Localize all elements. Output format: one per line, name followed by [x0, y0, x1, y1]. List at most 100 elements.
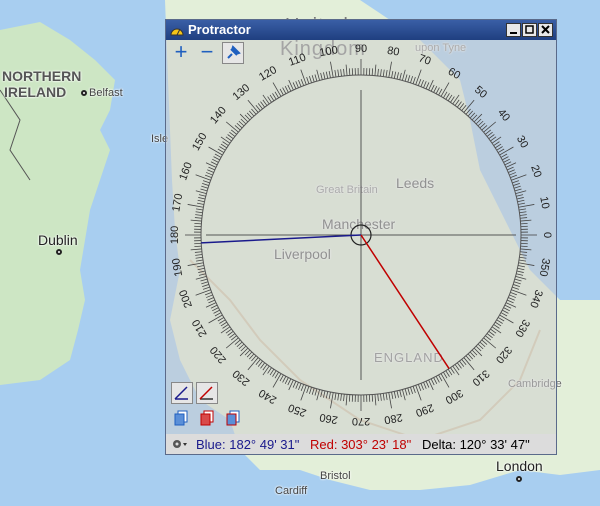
- tick-mark: [269, 94, 275, 102]
- degree-label-140: 140: [208, 104, 229, 126]
- tick-mark: [225, 328, 232, 334]
- tick-mark: [399, 390, 402, 398]
- tick-mark: [195, 214, 203, 216]
- tick-mark: [246, 112, 253, 119]
- copy-delta-icon[interactable]: [226, 410, 240, 426]
- tick-mark: [194, 217, 202, 219]
- blue-arm-tool-button[interactable]: [171, 382, 193, 404]
- tick-mark: [499, 146, 514, 156]
- tick-mark: [520, 248, 532, 251]
- tick-mark: [217, 317, 225, 322]
- protractor-window[interactable]: Protractor + − 0 10 20 30 40 50 60 70 80 90 100 110…: [165, 19, 557, 455]
- map-label-northern-ireland-1: NORTHERN: [2, 68, 82, 84]
- close-button[interactable]: [538, 23, 553, 37]
- degree-label-80: 80: [386, 45, 400, 59]
- tick-mark: [230, 335, 237, 341]
- tick-mark: [391, 70, 394, 79]
- tick-mark: [311, 387, 315, 395]
- tick-mark: [202, 183, 209, 186]
- tick-mark: [440, 82, 450, 97]
- tick-mark: [452, 94, 460, 105]
- tick-mark: [440, 373, 450, 388]
- tick-mark: [465, 355, 471, 362]
- tick-mark: [300, 385, 307, 401]
- tick-mark: [385, 69, 388, 78]
- tick-mark: [210, 304, 218, 309]
- tick-mark: [229, 333, 236, 339]
- tick-mark: [447, 368, 453, 376]
- degree-label-350: 350: [537, 257, 552, 277]
- tick-mark: [238, 343, 245, 350]
- protractor-app-icon: [170, 28, 184, 36]
- tick-mark: [194, 251, 202, 253]
- tick-mark: [202, 284, 209, 287]
- tick-mark: [222, 141, 229, 146]
- tick-mark: [473, 113, 483, 123]
- gear-icon[interactable]: [170, 437, 188, 451]
- tick-mark: [334, 392, 337, 401]
- tick-mark: [272, 370, 277, 377]
- tick-mark: [518, 204, 535, 208]
- tick-mark: [393, 71, 397, 79]
- tick-mark: [433, 377, 438, 384]
- tick-mark: [382, 69, 385, 77]
- tick-mark: [200, 278, 208, 282]
- degree-label-340: 340: [527, 288, 545, 309]
- window-title: Protractor: [188, 22, 251, 37]
- tick-mark: [388, 392, 392, 409]
- degree-label-250: 250: [287, 401, 308, 419]
- tick-mark: [456, 101, 462, 108]
- tick-mark: [507, 166, 514, 171]
- tick-mark: [222, 324, 229, 329]
- tick-mark: [325, 71, 329, 79]
- tick-mark: [513, 183, 520, 186]
- red-arm-tool-button[interactable]: [196, 382, 218, 404]
- tick-mark: [230, 129, 237, 135]
- red-arm[interactable]: [360, 234, 450, 370]
- title-bar[interactable]: Protractor: [166, 20, 556, 40]
- tick-mark: [477, 343, 484, 350]
- protractor-dial[interactable]: 0 10 20 3040 50 60 70 80 90 100 110 120130140 150 160…: [166, 40, 556, 434]
- tick-mark: [485, 129, 492, 135]
- tick-mark: [396, 390, 399, 398]
- tick-mark: [391, 391, 394, 400]
- copy-blue-icon[interactable]: [174, 410, 188, 426]
- tick-mark: [196, 202, 205, 205]
- tick-mark: [479, 341, 486, 348]
- belfast-marker: [81, 90, 87, 96]
- tick-mark: [190, 248, 202, 251]
- degree-label-220: 220: [208, 344, 229, 366]
- tick-mark: [475, 345, 482, 352]
- tick-mark: [507, 299, 514, 304]
- degree-label-330: 330: [512, 317, 532, 339]
- tick-mark: [195, 276, 207, 280]
- tick-mark: [404, 388, 408, 396]
- tick-mark: [251, 355, 257, 362]
- tick-mark: [402, 389, 406, 401]
- tick-mark: [217, 148, 225, 153]
- tick-mark: [513, 284, 520, 287]
- tick-mark: [490, 136, 497, 142]
- tick-mark: [287, 84, 292, 92]
- tick-mark: [420, 80, 424, 87]
- tick-mark: [204, 291, 212, 296]
- tick-mark: [500, 312, 508, 317]
- tick-mark: [516, 197, 524, 200]
- minimize-button[interactable]: [506, 23, 521, 37]
- tick-mark: [320, 390, 323, 398]
- copy-red-icon[interactable]: [200, 410, 214, 426]
- maximize-button[interactable]: [522, 23, 537, 37]
- tick-mark: [309, 387, 312, 394]
- angle-red-icon: [199, 386, 213, 400]
- degree-label-200: 200: [177, 288, 195, 309]
- degree-label-70: 70: [417, 52, 433, 67]
- tick-mark: [337, 69, 340, 77]
- degree-label-270: 270: [352, 415, 370, 427]
- blue-arm[interactable]: [201, 234, 362, 244]
- tick-mark: [374, 394, 377, 406]
- tick-mark: [272, 93, 277, 100]
- degree-label-160: 160: [177, 161, 195, 182]
- tick-mark: [260, 362, 266, 369]
- degree-label-290: 290: [414, 401, 435, 419]
- tick-mark: [323, 72, 326, 80]
